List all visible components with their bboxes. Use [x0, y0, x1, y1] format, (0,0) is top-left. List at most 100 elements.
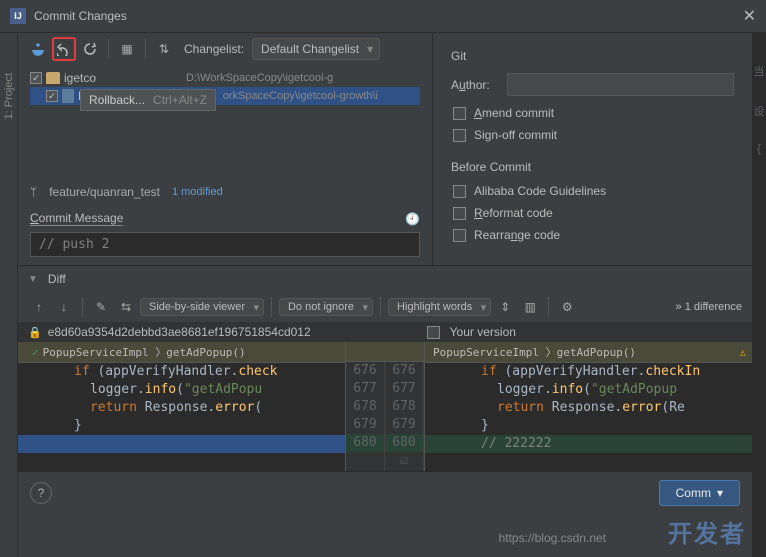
- lock-icon: [28, 325, 42, 339]
- code-line[interactable]: }: [425, 417, 752, 435]
- whitespace-dropdown[interactable]: Do not ignore: [279, 298, 373, 316]
- signoff-checkbox-row[interactable]: Sign-off commit: [451, 128, 734, 142]
- rollback-button[interactable]: [52, 37, 76, 61]
- rearrange-label: Rearrange code: [474, 228, 560, 242]
- code-line[interactable]: return Response.error(Re: [425, 399, 752, 417]
- code-line[interactable]: [18, 453, 345, 471]
- merge-icon[interactable]: ⇆: [115, 296, 137, 318]
- prev-diff-button[interactable]: ↑: [28, 296, 50, 318]
- refresh-plus-icon[interactable]: [26, 37, 50, 61]
- gutter-row: 677677: [346, 380, 424, 398]
- file-tree: Rollback... Ctrl+Alt+Z igetco D:\WorkSpa…: [18, 65, 432, 179]
- close-button[interactable]: ✕: [743, 6, 756, 26]
- diff-header[interactable]: ▼ Diff: [18, 265, 752, 292]
- sync-scroll-icon[interactable]: ▥: [519, 296, 541, 318]
- git-section-label: Git: [451, 49, 734, 63]
- tooltip-shortcut: Ctrl+Alt+Z: [153, 93, 207, 107]
- help-button[interactable]: ?: [30, 482, 52, 504]
- gear-icon[interactable]: ⚙: [556, 296, 578, 318]
- code-line[interactable]: }: [18, 417, 345, 435]
- refresh-button[interactable]: [78, 37, 102, 61]
- separator: [548, 297, 549, 317]
- gutter-row: 678678: [346, 398, 424, 416]
- modified-count[interactable]: 1 modified: [172, 186, 223, 198]
- ide-sidebar: 1: Project: [0, 33, 18, 557]
- breadcrumb-right[interactable]: PopupServiceImpl 〉getAdPopup() ⚠: [425, 342, 752, 363]
- rollback-tooltip: Rollback... Ctrl+Alt+Z: [80, 89, 216, 111]
- commit-message-input[interactable]: // push 2: [30, 232, 420, 257]
- code-line[interactable]: return Response.error(: [18, 399, 345, 417]
- expand-icon[interactable]: ⇅: [152, 37, 176, 61]
- viewer-dropdown[interactable]: Side-by-side viewer: [140, 298, 264, 316]
- tooltip-text: Rollback...: [89, 93, 145, 107]
- checkbox[interactable]: [453, 207, 466, 220]
- version-label: Your version: [450, 325, 516, 339]
- alibaba-checkbox-row[interactable]: Alibaba Code Guidelines: [451, 184, 734, 198]
- diff-left-pane[interactable]: ✓ PopupServiceImpl 〉getAdPopup() if (app…: [18, 342, 345, 471]
- commit-toolbar: ▦ ⇅ Changelist: Default Changelist: [18, 33, 432, 65]
- amend-label: Amend commit: [474, 106, 554, 120]
- code-line[interactable]: // 222222: [425, 435, 752, 453]
- code-line[interactable]: [425, 453, 752, 471]
- commit-msg-header: Commit Message 🕘: [18, 205, 432, 232]
- branch-name[interactable]: feature/quanran_test: [49, 185, 160, 199]
- edit-icon[interactable]: ✎: [90, 296, 112, 318]
- file-path: orkSpaceCopy\igetcool-growth\i: [223, 90, 378, 102]
- titlebar: IJ Commit Changes ✕: [0, 0, 766, 33]
- highlight-dropdown[interactable]: Highlight words: [388, 298, 491, 316]
- reformat-checkbox-row[interactable]: Reformat code: [451, 206, 734, 220]
- branch-row: ᛘ feature/quanran_test 1 modified: [18, 179, 432, 205]
- amend-checkbox-row[interactable]: Amend commit: [451, 106, 734, 120]
- folder-path: D:\WorkSpaceCopy\igetcool-g: [186, 72, 333, 84]
- separator: [145, 39, 146, 59]
- commit-hash: e8d60a9354d2debbd3ae8681ef196751854cd012: [48, 325, 311, 339]
- checkbox[interactable]: [453, 107, 466, 120]
- author-label: Author:: [451, 78, 507, 92]
- commit-button[interactable]: Comm▾: [659, 480, 740, 506]
- checkbox[interactable]: [453, 229, 466, 242]
- code-line[interactable]: if (appVerifyHandler.checkIn: [425, 363, 752, 381]
- right-gutter: 当设{: [752, 33, 766, 557]
- branch-icon: ᛘ: [30, 185, 37, 199]
- separator: [271, 297, 272, 317]
- file-icon: [62, 89, 74, 103]
- diff-file-row: e8d60a9354d2debbd3ae8681ef196751854cd012…: [18, 322, 752, 342]
- folder-icon: [46, 72, 60, 84]
- version-checkbox[interactable]: [427, 326, 440, 339]
- checkbox[interactable]: [30, 72, 42, 84]
- changelist-dropdown[interactable]: Default Changelist: [252, 38, 380, 60]
- rearrange-checkbox-row[interactable]: Rearrange code: [451, 228, 734, 242]
- tree-root[interactable]: igetco D:\WorkSpaceCopy\igetcool-g: [30, 69, 420, 87]
- author-input[interactable]: [507, 73, 734, 96]
- breadcrumb-left[interactable]: ✓ PopupServiceImpl 〉getAdPopup(): [18, 342, 345, 363]
- separator: [108, 39, 109, 59]
- alibaba-label: Alibaba Code Guidelines: [474, 184, 606, 198]
- collapse-arrow-icon[interactable]: ▼: [28, 274, 38, 285]
- history-icon[interactable]: 🕘: [405, 212, 420, 226]
- app-icon: IJ: [10, 8, 26, 24]
- bottom-bar: ? Comm▾: [18, 471, 752, 514]
- grid-icon[interactable]: ▦: [115, 37, 139, 61]
- separator: [380, 297, 381, 317]
- diff-gutter: 676676677677678678679679680680 ☑: [345, 342, 425, 471]
- gutter-row: 680680 ☑: [346, 434, 424, 452]
- separator: [82, 297, 83, 317]
- commit-msg-label: Commit Message: [30, 211, 123, 226]
- collapse-icon[interactable]: ⇕: [494, 296, 516, 318]
- checkbox[interactable]: [453, 185, 466, 198]
- next-diff-button[interactable]: ↓: [53, 296, 75, 318]
- changelist-label: Changelist:: [184, 42, 244, 56]
- folder-name: igetco: [64, 71, 96, 85]
- code-line[interactable]: logger.info("getAdPopu: [18, 381, 345, 399]
- code-line[interactable]: [18, 435, 345, 453]
- sidebar-project-tab[interactable]: 1: Project: [3, 73, 15, 119]
- code-line[interactable]: logger.info("getAdPopup: [425, 381, 752, 399]
- gutter-row: [346, 452, 424, 470]
- checkbox[interactable]: [453, 129, 466, 142]
- code-line[interactable]: if (appVerifyHandler.check: [18, 363, 345, 381]
- diff-body: ✓ PopupServiceImpl 〉getAdPopup() if (app…: [18, 342, 752, 471]
- diff-right-pane[interactable]: PopupServiceImpl 〉getAdPopup() ⚠ if (app…: [425, 342, 752, 471]
- before-commit-label: Before Commit: [451, 160, 734, 174]
- checkbox[interactable]: [46, 90, 58, 102]
- diff-count: » 1 difference: [676, 301, 742, 313]
